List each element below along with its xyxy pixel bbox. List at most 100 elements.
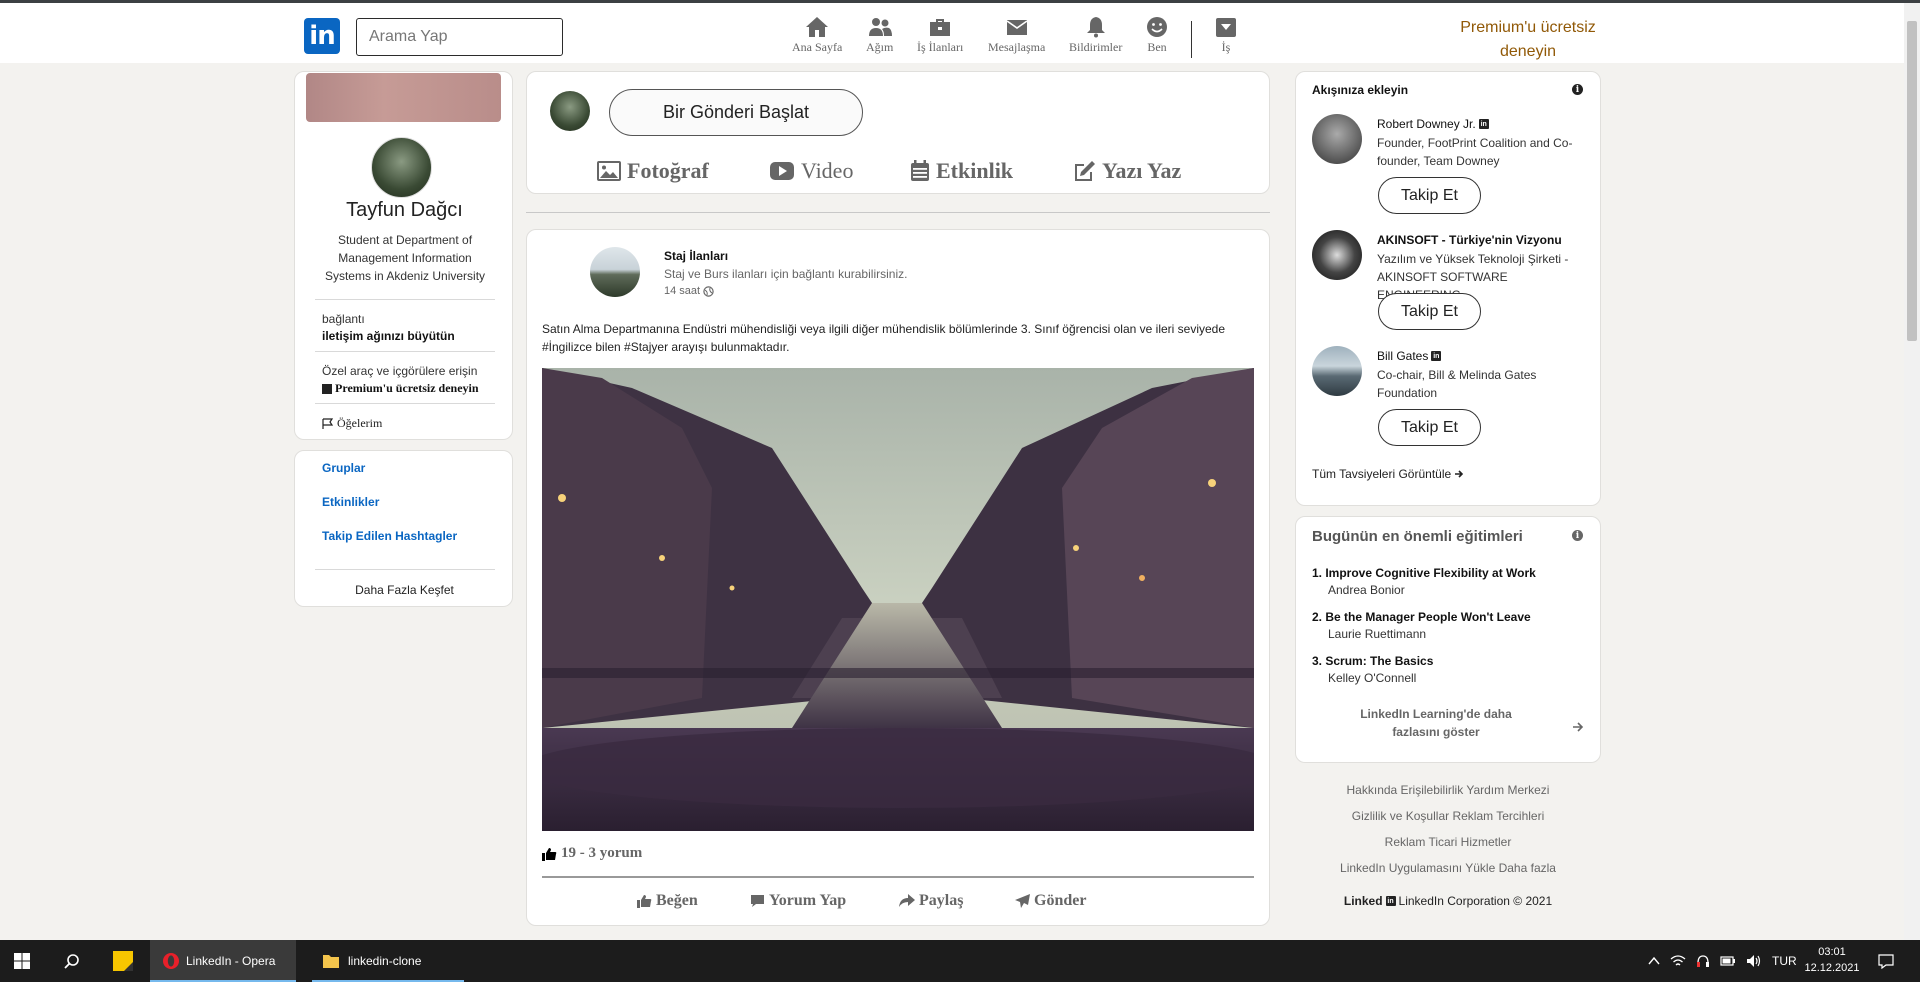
paper-plane-icon (1015, 894, 1030, 908)
footer-links-row[interactable]: Reklam Ticari Hizmetler (1295, 835, 1601, 849)
post-author-avatar[interactable] (590, 247, 640, 297)
taskbar-search-button[interactable] (64, 940, 80, 982)
sticky-notes-app[interactable] (112, 940, 134, 982)
page-scrollbar[interactable] (1904, 3, 1920, 940)
nav-messaging[interactable]: Mesajlaşma (988, 16, 1045, 55)
discover-more-link[interactable]: Daha Fazla Keşfet (295, 583, 514, 597)
course-item[interactable]: 2. Be the Manager People Won't Leave Lau… (1312, 610, 1531, 641)
search-input[interactable] (356, 18, 563, 56)
arrow-right-icon[interactable] (1572, 721, 1584, 733)
scrollbar-thumb[interactable] (1907, 21, 1917, 341)
share-label: Paylaş (919, 892, 964, 909)
nav-jobs[interactable]: İş İlanları (917, 16, 963, 55)
linkedin-badge-icon: in (1385, 896, 1396, 906)
video-button[interactable]: Video (769, 158, 853, 184)
post-actions-divider (542, 876, 1254, 878)
grow-network-link[interactable]: iletişim ağınızı büyütün (322, 329, 455, 343)
profile-avatar[interactable] (371, 137, 432, 198)
profile-name[interactable]: Tayfun Dağcı (295, 199, 514, 222)
linkedin-badge-icon: in (1431, 351, 1442, 361)
post-author-name[interactable]: Staj İlanları (664, 249, 728, 263)
like-label: Beğen (656, 892, 698, 909)
info-icon[interactable]: i (1572, 530, 1583, 541)
course-item[interactable]: 1. Improve Cognitive Flexibility at Work… (1312, 566, 1536, 597)
info-icon[interactable]: i (1572, 84, 1583, 95)
follow-button[interactable]: Takip Et (1378, 293, 1481, 330)
course-item[interactable]: 3. Scrum: The Basics Kelley O'Connell (1312, 654, 1433, 685)
dropdown-box-icon (1216, 18, 1236, 37)
suggestion-avatar[interactable] (1312, 346, 1362, 396)
nav-network-label: Ağım (866, 40, 894, 54)
taskbar-folder[interactable]: linkedin-clone (312, 940, 464, 982)
course-title: 2. Be the Manager People Won't Leave (1312, 610, 1531, 624)
suggestion-name[interactable]: Bill Gates in (1377, 349, 1442, 363)
followed-hashtags-link[interactable]: Takip Edilen Hashtagler (322, 529, 457, 543)
write-article-button[interactable]: Yazı Yaz (1072, 158, 1181, 184)
share-button[interactable]: Paylaş (899, 892, 963, 910)
like-button[interactable]: Beğen (637, 892, 698, 910)
footer-links-row[interactable]: Hakkında Erişilebilirlik Yardım Merkezi (1295, 783, 1601, 797)
profile-headline: Student at Department of Management Info… (324, 233, 486, 283)
connections-label[interactable]: bağlantı (322, 312, 365, 326)
clock[interactable]: 03:01 12.12.2021 (1800, 944, 1864, 976)
system-tray[interactable]: TUR (1648, 940, 1797, 982)
share-box: Bir Gönderi Başlat Fotoğraf Video Etkinl… (526, 71, 1270, 194)
event-label: Etkinlik (936, 158, 1014, 183)
nav-business[interactable]: İş (1214, 16, 1238, 55)
my-items-link[interactable]: Öğelerim (322, 416, 382, 431)
footer-links-row[interactable]: Gizlilik ve Koşullar Reklam Tercihleri (1295, 809, 1601, 823)
premium-line1: Premium'u ücretsiz (1460, 19, 1596, 36)
learning-more-link[interactable]: LinkedIn Learning'de daha fazlasını göst… (1336, 705, 1536, 741)
learning-title: Bugünün en önemli eğitimleri (1312, 528, 1523, 545)
suggestion-name[interactable]: AKINSOFT - Türkiye'nin Vizyonu (1377, 233, 1562, 247)
feed-post: Staj İlanları Staj ve Burs ilanları için… (526, 229, 1270, 926)
taskbar-opera[interactable]: LinkedIn - Opera (150, 940, 296, 982)
course-author: Kelley O'Connell (1328, 671, 1417, 685)
event-button[interactable]: Etkinlik (910, 158, 1013, 184)
action-center-icon (1878, 954, 1894, 969)
photo-button[interactable]: Fotoğraf (597, 158, 709, 184)
linkedin-logo[interactable]: in (304, 18, 340, 54)
profile-divider (315, 351, 495, 352)
follow-button[interactable]: Takip Et (1378, 409, 1481, 446)
suggestion-avatar[interactable] (1312, 114, 1362, 164)
profile-divider (315, 403, 495, 404)
suggestion-avatar[interactable] (1312, 230, 1362, 280)
course-author: Andrea Bonior (1328, 583, 1405, 597)
profile-card: Tayfun Dağcı Student at Department of Ma… (294, 71, 513, 440)
follow-button[interactable]: Takip Et (1378, 177, 1481, 214)
nav-divider (1191, 21, 1192, 58)
groups-link[interactable]: Gruplar (322, 461, 365, 475)
comment-button[interactable]: Yorum Yap (750, 892, 846, 910)
premium-cta-link[interactable]: Premium'u ücretsiz deneyin (322, 381, 479, 396)
youtube-icon (770, 162, 794, 180)
envelope-icon (1006, 20, 1028, 35)
video-label: Video (801, 158, 854, 183)
suggestion-name[interactable]: Robert Downey Jr. in (1377, 117, 1489, 131)
post-reactions[interactable]: 19 - 3 yorum (542, 845, 642, 862)
post-time-label: 14 saat (664, 285, 701, 297)
nav-me[interactable]: Ben (1145, 16, 1169, 55)
premium-trial-link[interactable]: Premium'u ücretsiz deneyin (1448, 16, 1608, 64)
suggestion-desc: Founder, FootPrint Coalition and Co-foun… (1377, 136, 1573, 168)
notifications-button[interactable] (1878, 940, 1894, 982)
edit-icon (1075, 161, 1095, 181)
start-button[interactable] (14, 940, 30, 982)
view-all-recommendations-link[interactable]: Tüm Tavsiyeleri Görüntüle (1312, 467, 1464, 481)
share-avatar[interactable] (550, 91, 590, 131)
post-image[interactable] (542, 368, 1254, 831)
links-divider (315, 569, 495, 570)
thumbs-up-icon (542, 847, 557, 861)
nav-notifications[interactable]: Bildirimler (1069, 16, 1122, 55)
input-language[interactable]: TUR (1772, 954, 1797, 968)
nav-home[interactable]: Ana Sayfa (792, 16, 842, 55)
image-icon (597, 161, 621, 181)
wifi-icon (1670, 955, 1686, 966)
send-button[interactable]: Gönder (1015, 892, 1086, 910)
taskbar-folder-label: linkedin-clone (348, 954, 422, 968)
start-post-button[interactable]: Bir Gönderi Başlat (609, 89, 863, 136)
nav-network[interactable]: Ağım (866, 16, 893, 55)
events-link[interactable]: Etkinlikler (322, 495, 379, 509)
smile-icon (1147, 17, 1167, 37)
footer-links-row[interactable]: LinkedIn Uygulamasını Yükle Daha fazla (1295, 861, 1601, 875)
